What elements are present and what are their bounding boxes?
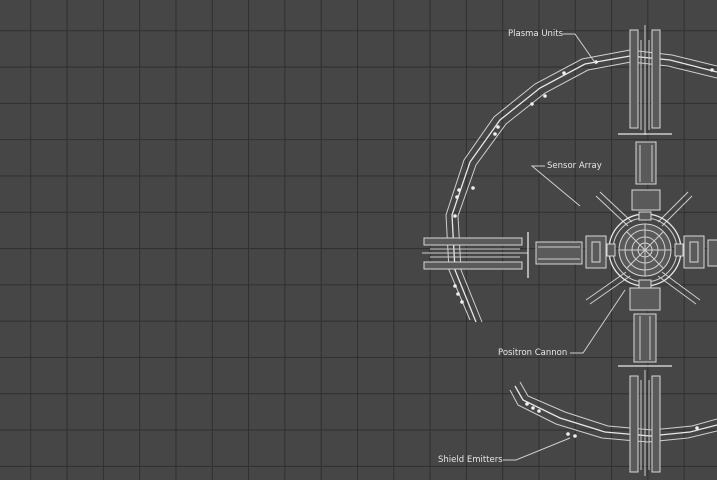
- station-schematic: [422, 25, 717, 476]
- positron-cannon-label: Positron Cannon: [498, 348, 568, 358]
- bottom-spoke: [618, 287, 672, 476]
- right-spoke: [683, 235, 717, 269]
- top-spoke: [618, 25, 672, 211]
- shield-emitters-label: Shield Emitters: [438, 455, 503, 465]
- plasma-units-label: Plasma Units: [508, 29, 564, 39]
- central-hub: [606, 211, 684, 289]
- sensor-array-label: Sensor Array: [547, 161, 602, 171]
